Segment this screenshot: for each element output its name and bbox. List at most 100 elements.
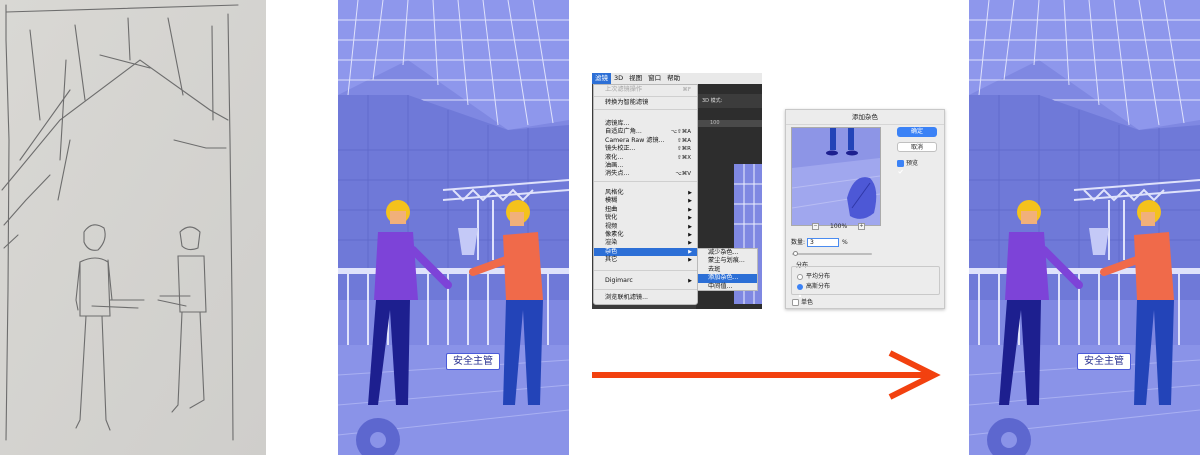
amount-slider-handle[interactable] (793, 251, 798, 256)
menu-item-label: 液化... (605, 153, 624, 161)
menu-divider (594, 181, 697, 182)
menu-item-vanishing-point[interactable]: 消失点... ⌥⌘V (594, 170, 697, 178)
menu-item-label: 视频 (605, 222, 618, 230)
menu-item-label: 自适应广角... (605, 128, 642, 136)
menu-item-video[interactable]: 视频 ▶ (594, 223, 697, 231)
submenu-item-median[interactable]: 中间值... (698, 283, 757, 291)
menu-item-label: 像素化 (605, 231, 624, 238)
menu-item-label: 渲染 (605, 239, 618, 247)
uniform-label: 平均分布 (806, 273, 831, 280)
pencil-sketch (0, 0, 266, 455)
preview-label: 预览 (906, 159, 919, 167)
menu-item-label: 杂色 (605, 247, 618, 255)
amount-unit: % (842, 238, 848, 246)
menu-item-label: 滤镜库... (605, 120, 630, 127)
gaussian-radio[interactable] (797, 284, 803, 298)
shortcut: ⌥⌘V (675, 171, 691, 178)
menu-filter[interactable]: 滤镜 (592, 73, 611, 84)
menu-item-other[interactable]: 其它 ▶ (594, 256, 697, 264)
menu-item-render[interactable]: 渲染 ▶ (594, 239, 697, 247)
menu-item-convert-smart-filter[interactable]: 转换为智能滤镜 (594, 99, 697, 107)
menu-3d[interactable]: 3D (611, 73, 626, 84)
safety-supervisor-badge: 安全主管 (1077, 353, 1131, 370)
noise-preview[interactable] (791, 127, 881, 226)
dialog-title: 添加杂色 (786, 110, 944, 125)
options-bar: 3D 模式: (696, 94, 762, 108)
construction-scene-noise (969, 0, 1200, 455)
amount-label: 数量: (791, 238, 806, 246)
submenu-item-despeckle[interactable]: 去斑 (698, 266, 757, 274)
menu-view[interactable]: 视图 (626, 73, 645, 84)
checkmark-icon (898, 169, 903, 174)
submenu-arrow-icon: ▶ (688, 248, 692, 255)
ruler: 100 (696, 120, 762, 127)
menu-window[interactable]: 窗口 (645, 73, 664, 84)
menu-item-label: 扭曲 (605, 205, 618, 213)
shortcut: ⌘F (682, 87, 691, 93)
menu-item-noise[interactable]: 杂色 ▶ (594, 247, 697, 257)
menu-item-label: 上次滤镜操作 (605, 86, 643, 93)
submenu-arrow-icon: ▶ (688, 278, 692, 284)
monochrome-label: 单色 (801, 298, 814, 306)
shortcut: ⇧⌘X (677, 154, 691, 161)
menu-divider (594, 109, 697, 110)
menu-divider (594, 270, 697, 271)
cancel-button[interactable]: 取消 (897, 142, 937, 152)
construction-scene (338, 0, 569, 455)
menu-item-label: 浏览联机滤镜... (605, 294, 649, 301)
menu-item-camera-raw[interactable]: Camera Raw 滤镜... ⇧⌘A (594, 137, 697, 145)
submenu-item-dust-scratches[interactable]: 蒙尘与划痕... (698, 257, 757, 265)
shortcut: ⌥⇧⌘A (670, 129, 691, 136)
menu-item-distort[interactable]: 扭曲 ▶ (594, 206, 697, 214)
uniform-radio[interactable] (797, 274, 803, 280)
right-arrow-icon (592, 350, 941, 400)
submenu-arrow-icon: ▶ (688, 215, 692, 222)
submenu-arrow-icon: ▶ (688, 190, 692, 196)
menu-item-last-filter[interactable]: 上次滤镜操作 ⌘F (594, 86, 697, 94)
menu-item-label: 镜头校正... (605, 145, 636, 153)
filter-menu-dropdown: 上次滤镜操作 ⌘F 转换为智能滤镜 滤镜库... 自适应广角... ⌥⇧⌘A Cam… (593, 84, 698, 305)
menu-item-sharpen[interactable]: 锐化 ▶ (594, 214, 697, 222)
zoom-in-button[interactable]: + (858, 223, 865, 230)
menu-item-lens-correction[interactable]: 镜头校正... ⇧⌘R (594, 145, 697, 153)
sketch-drawing (0, 0, 266, 455)
submenu-arrow-icon: ▶ (688, 223, 692, 230)
distribution-group: 平均分布 高斯分布 (791, 266, 940, 298)
menu-item-label: 风格化 (605, 189, 624, 196)
amount-slider-track[interactable] (792, 253, 872, 255)
preview-image (792, 128, 880, 225)
menu-item-label: 其它 (605, 256, 618, 264)
menu-item-label: 锐化 (605, 214, 618, 222)
zoom-out-button[interactable]: − (812, 223, 819, 230)
menu-item-label: 转换为智能滤镜 (605, 99, 649, 106)
menu-item-adaptive-wide-angle[interactable]: 自适应广角... ⌥⇧⌘A (594, 128, 697, 136)
submenu-arrow-icon: ▶ (688, 206, 692, 213)
submenu-arrow-icon: ▶ (688, 232, 692, 238)
menu-item-liquify[interactable]: 液化... ⇧⌘X (594, 154, 697, 162)
shortcut: ⇧⌘R (677, 146, 691, 153)
menu-help[interactable]: 帮助 (664, 73, 683, 84)
submenu-item-add-noise[interactable]: 添加杂色... (698, 274, 757, 283)
noise-submenu: 减少杂色... 蒙尘与划痕... 去斑 添加杂色... 中间值... (697, 248, 758, 291)
add-noise-dialog: 添加杂色 确定 取消 预览 − 100% + 数量: 3 % 分布 平均分布 高… (785, 109, 945, 309)
gaussian-label: 高斯分布 (806, 283, 831, 290)
submenu-arrow-icon: ▶ (688, 240, 692, 247)
submenu-arrow-icon: ▶ (688, 198, 692, 205)
menu-item-label: 模糊 (605, 197, 618, 205)
menu-item-label: 消失点... (605, 170, 630, 178)
menu-item-label: Digimarc (605, 277, 633, 284)
monochrome-checkbox[interactable] (792, 299, 799, 306)
shortcut: ⇧⌘A (677, 137, 691, 144)
menu-divider (594, 96, 697, 97)
illustration-result: 安全主管 (969, 0, 1200, 455)
preview-checkbox[interactable] (897, 160, 904, 174)
ok-button[interactable]: 确定 (897, 127, 937, 137)
illustration-original: 安全主管 (338, 0, 569, 455)
safety-supervisor-badge: 安全主管 (446, 353, 500, 370)
menu-bar: 滤镜 3D 视图 窗口 帮助 (592, 73, 762, 84)
amount-input[interactable]: 3 (807, 238, 839, 247)
menu-item-blur[interactable]: 模糊 ▶ (594, 197, 697, 205)
menu-item-digimarc[interactable]: Digimarc ▶ (594, 277, 697, 285)
menu-divider (594, 289, 697, 290)
menu-item-browse-online-filters[interactable]: 浏览联机滤镜... (594, 294, 697, 302)
